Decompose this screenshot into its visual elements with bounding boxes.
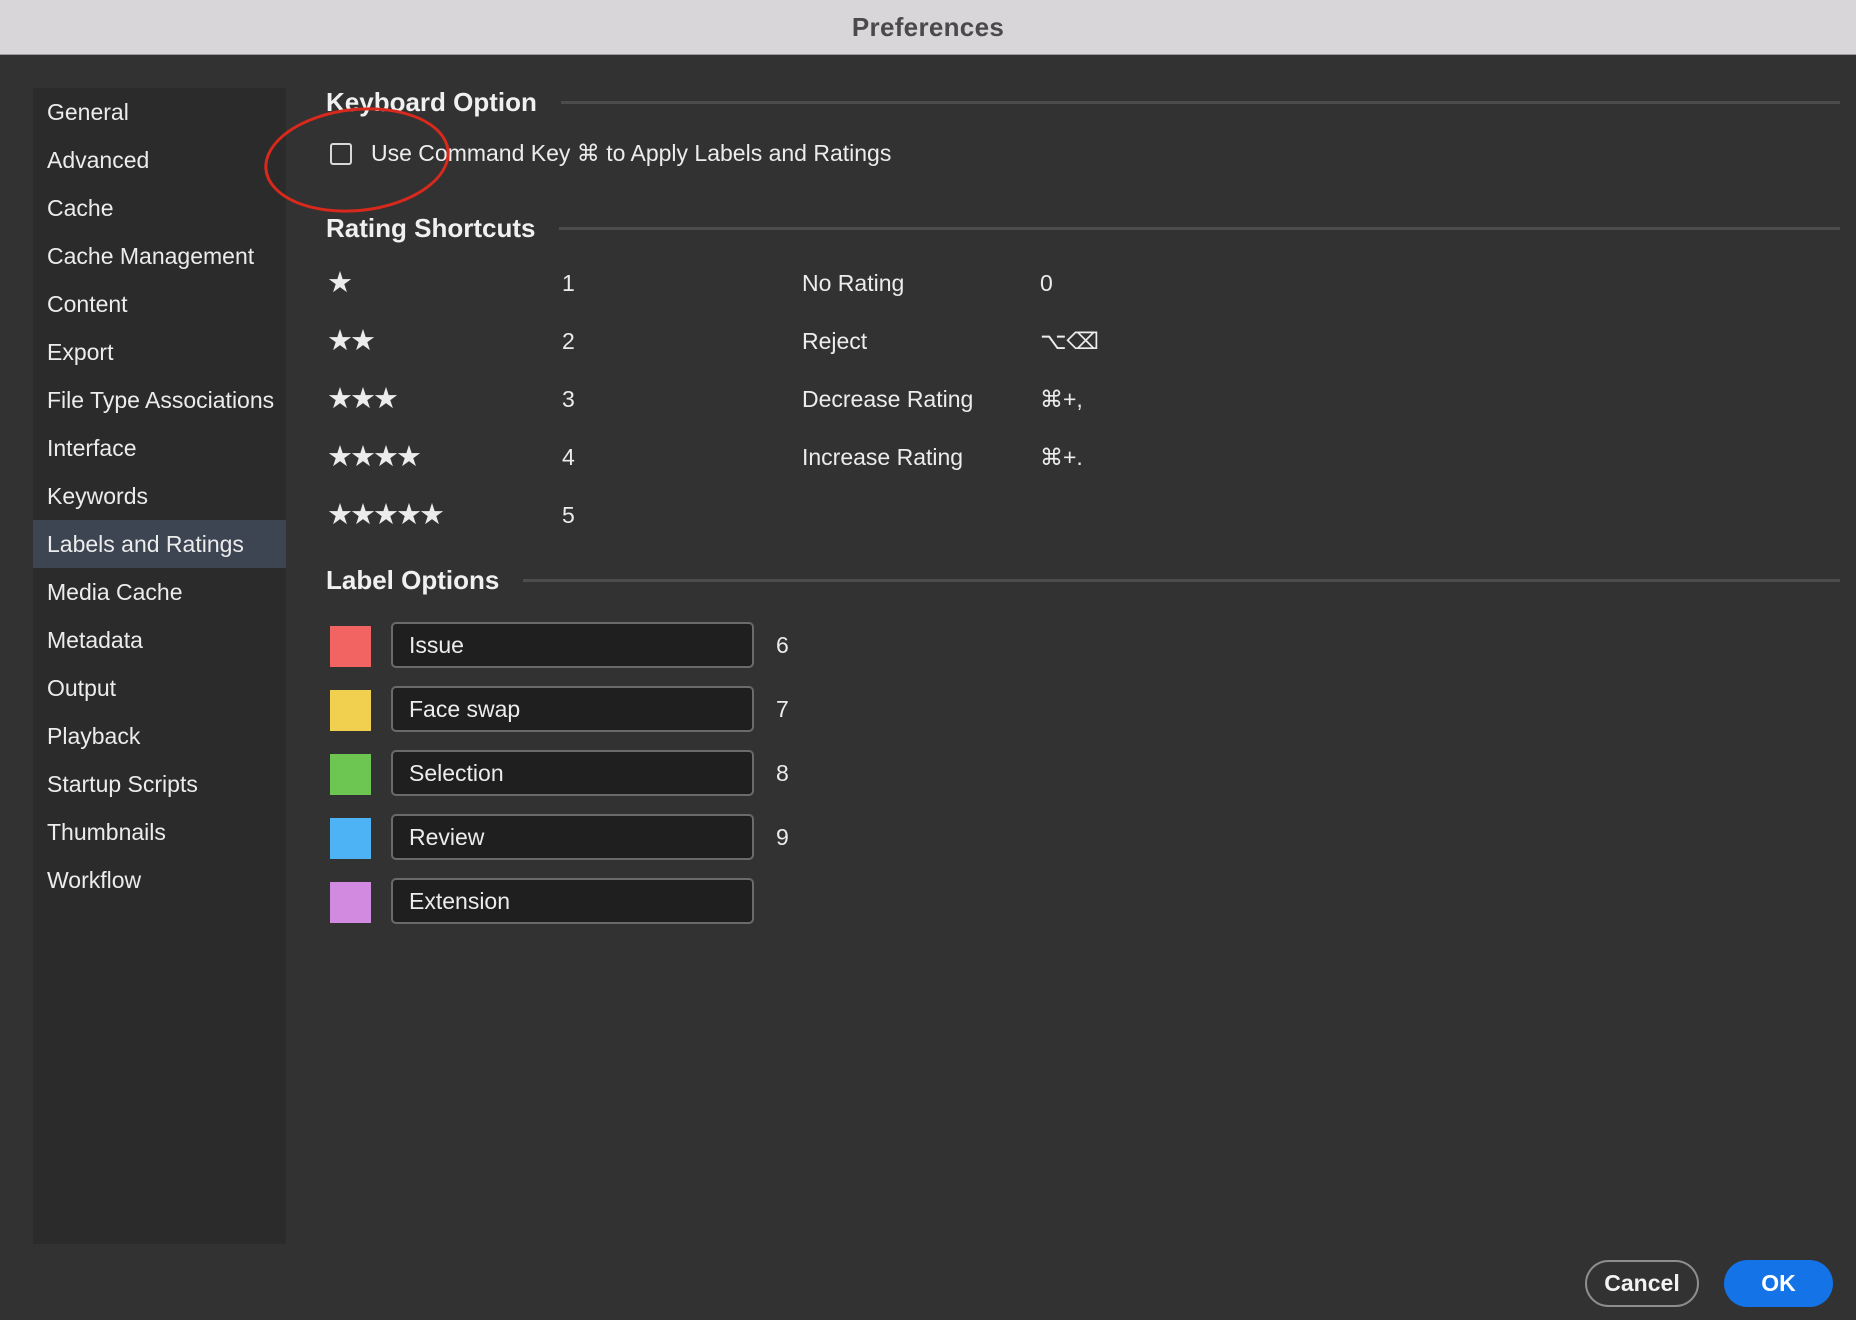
five-star-shortcut: 5 [562, 502, 575, 528]
label-name-input-extension[interactable] [391, 878, 754, 924]
sidebar-item-playback[interactable]: Playback [33, 712, 286, 760]
sidebar-item-workflow[interactable]: Workflow [33, 856, 286, 904]
label-color-swatch-purple[interactable] [330, 882, 371, 923]
label-shortcut-7: 7 [776, 696, 789, 722]
reject-label: Reject [802, 328, 868, 354]
label-shortcut-9: 9 [776, 824, 789, 850]
rating-shortcuts-title: Rating Shortcuts [326, 213, 536, 243]
section-divider [559, 227, 1840, 230]
label-color-swatch-blue[interactable] [330, 818, 371, 859]
three-star-shortcut: 3 [562, 386, 575, 412]
window-title: Preferences [851, 11, 1005, 42]
section-divider [560, 101, 1840, 104]
decrease-rating-label: Decrease Rating [802, 386, 974, 412]
sidebar-item-labels-and-ratings[interactable]: Labels and Ratings [33, 520, 286, 568]
two-star-shortcut: 2 [562, 328, 575, 354]
sidebar-item-cache-management[interactable]: Cache Management [33, 232, 286, 280]
one-star-rating: ★ [327, 267, 353, 299]
sidebar-item-file-type-associations[interactable]: File Type Associations [33, 376, 286, 424]
sidebar-item-interface[interactable]: Interface [33, 424, 286, 472]
increase-rating-label: Increase Rating [802, 444, 964, 470]
label-options-title: Label Options [326, 565, 500, 595]
label-name-input-issue[interactable] [391, 622, 754, 668]
sidebar-item-content[interactable]: Content [33, 280, 286, 328]
keyboard-option-title: Keyboard Option [326, 87, 537, 117]
sidebar-item-advanced[interactable]: Advanced [33, 136, 286, 184]
sidebar-item-media-cache[interactable]: Media Cache [33, 568, 286, 616]
cancel-button[interactable]: Cancel [1585, 1260, 1699, 1307]
two-star-rating: ★★ [327, 325, 376, 357]
title-bar: Preferences [0, 0, 1856, 55]
section-divider [523, 579, 1840, 582]
label-color-swatch-yellow[interactable] [330, 690, 371, 731]
command-key-checkbox[interactable] [330, 142, 352, 165]
sidebar-item-general[interactable]: General [33, 88, 286, 136]
no-rating-shortcut: 0 [1040, 270, 1053, 296]
label-shortcut-6: 6 [776, 632, 789, 658]
label-options-section-header: Label Options [326, 565, 1840, 596]
one-star-shortcut: 1 [562, 270, 575, 296]
rating-shortcuts-section-header: Rating Shortcuts [326, 213, 1840, 244]
sidebar-item-metadata[interactable]: Metadata [33, 616, 286, 664]
sidebar-item-startup-scripts[interactable]: Startup Scripts [33, 760, 286, 808]
sidebar-item-thumbnails[interactable]: Thumbnails [33, 808, 286, 856]
label-shortcut-8: 8 [776, 760, 789, 786]
command-key-checkbox-row[interactable]: Use Command Key ⌘ to Apply Labels and Ra… [330, 140, 891, 167]
label-name-input-selection[interactable] [391, 750, 754, 796]
four-star-rating: ★★★★ [327, 441, 422, 473]
label-name-input-face-swap[interactable] [391, 686, 754, 732]
sidebar-item-output[interactable]: Output [33, 664, 286, 712]
four-star-shortcut: 4 [562, 444, 575, 470]
label-name-input-review[interactable] [391, 814, 754, 860]
decrease-rating-shortcut: ⌘+, [1040, 386, 1083, 412]
label-color-swatch-red[interactable] [330, 626, 371, 667]
command-key-checkbox-label[interactable]: Use Command Key ⌘ to Apply Labels and Ra… [371, 140, 891, 167]
reject-shortcut: ⌥⌫ [1040, 328, 1100, 354]
five-star-rating: ★★★★★ [327, 499, 445, 531]
increase-rating-shortcut: ⌘+. [1040, 444, 1083, 470]
keyboard-option-section-header: Keyboard Option [326, 87, 1840, 118]
ok-button[interactable]: OK [1724, 1260, 1833, 1307]
preferences-sidebar: General Advanced Cache Cache Management … [33, 88, 286, 1244]
label-color-swatch-green[interactable] [330, 754, 371, 795]
no-rating-label: No Rating [802, 270, 905, 296]
sidebar-item-keywords[interactable]: Keywords [33, 472, 286, 520]
three-star-rating: ★★★ [327, 383, 399, 415]
sidebar-item-cache[interactable]: Cache [33, 184, 286, 232]
sidebar-item-export[interactable]: Export [33, 328, 286, 376]
